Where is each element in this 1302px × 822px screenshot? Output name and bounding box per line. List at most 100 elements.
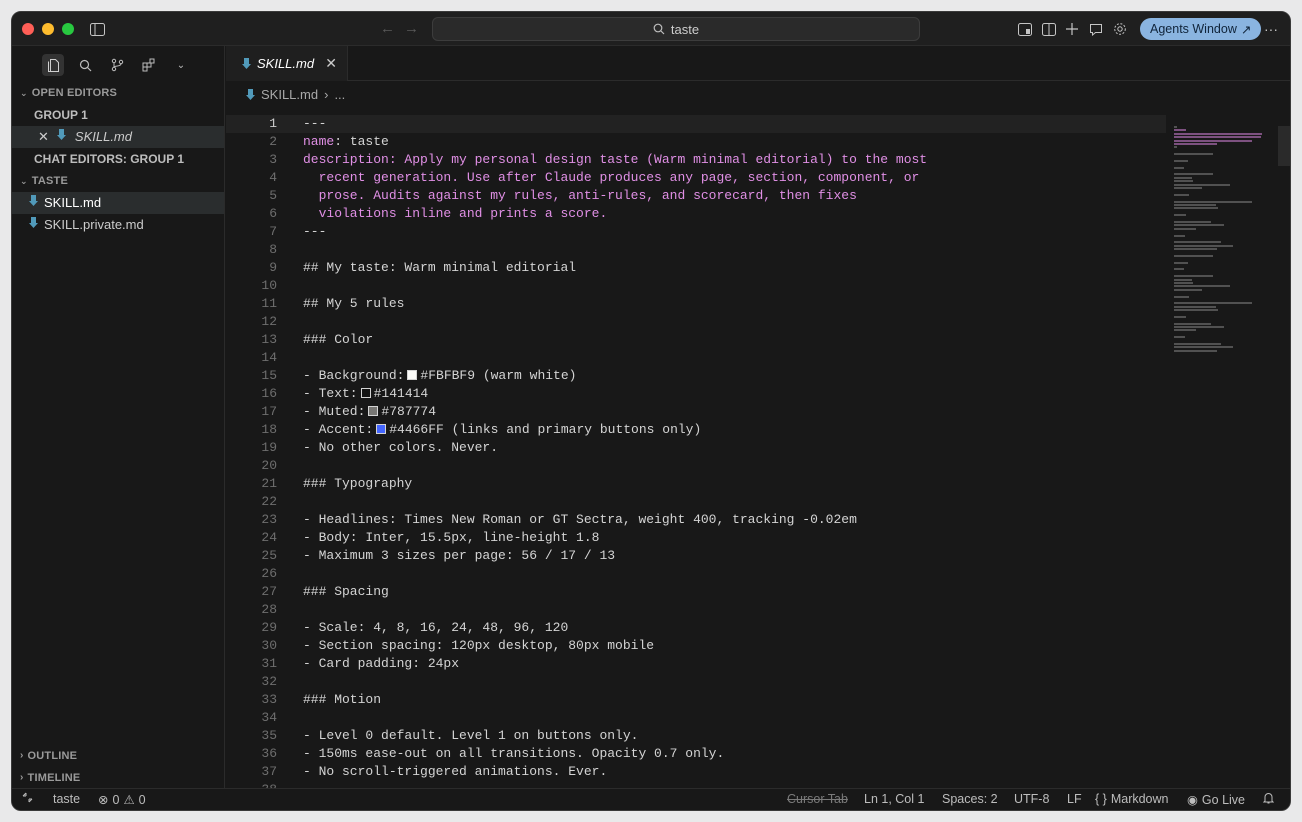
code-line[interactable]: 6 violations inline and prints a score. [226,205,1166,223]
line-number: 18 [261,422,277,437]
minimize-window-button[interactable] [42,23,54,35]
code-line[interactable]: 24 - Body: Inter, 15.5px, line-height 1.8 [226,529,1166,547]
line-text: - Background: #FBFBF9 (warm white) [303,367,576,385]
chevron-down-icon: ⌄ [20,88,28,98]
code-line[interactable]: 9 ## My taste: Warm minimal editorial [226,259,1166,277]
code-line[interactable]: 2 name: taste [226,133,1166,151]
color-swatch[interactable] [368,406,379,416]
remote-icon[interactable] [22,792,33,803]
code-token: #4466FF (links and primary buttons only) [389,422,702,437]
code-line[interactable]: 20 [226,457,1166,475]
color-swatch[interactable] [360,388,371,398]
code-line[interactable]: 26 [226,565,1166,583]
code-line[interactable]: 35 - Level 0 default. Level 1 on buttons … [226,727,1166,745]
code-line[interactable]: 19 - No other colors. Never. [226,439,1166,457]
source-control-icon[interactable] [106,54,128,76]
outline-section-header[interactable]: › OUTLINE [12,745,224,767]
maximize-window-button[interactable] [62,23,74,35]
code-line[interactable]: 1 --- [226,115,1166,133]
close-tab-icon[interactable]: ✕ [325,55,337,72]
search-label: taste [670,21,700,37]
agents-window-button[interactable]: Agents Window ↗ [1140,18,1262,40]
code-line[interactable]: 3 description: Apply my personal design t… [226,151,1166,169]
command-center-search[interactable]: taste [432,17,920,41]
code-line[interactable]: 31 - Card padding: 24px [226,655,1166,673]
back-arrow-icon[interactable]: ← [380,20,395,37]
cursor-tab-status[interactable]: Cursor Tab [787,792,848,806]
group-1-header[interactable]: GROUP 1 [12,104,224,126]
code-line[interactable]: 30 - Section spacing: 120px desktop, 80px… [226,637,1166,655]
code-line[interactable]: 33 ### Motion [226,691,1166,709]
more-views-chevron-icon[interactable]: ⌄ [170,54,192,76]
new-chat-plus-icon[interactable] [1063,20,1081,38]
code-line[interactable]: 7 --- [226,223,1166,241]
breadcrumb-symbols[interactable]: ... [334,87,345,102]
folder-section-header[interactable]: ⌄ TASTE [12,170,224,192]
indentation-setting[interactable]: Spaces: 2 [942,792,998,806]
chat-editors-group-header[interactable]: CHAT EDITORS: GROUP 1 [12,148,224,170]
chat-bubble-icon[interactable] [1087,20,1105,38]
line-number: 19 [261,440,277,455]
code-line[interactable]: 4 recent generation. Use after Claude pr… [226,169,1166,187]
notifications-bell-icon[interactable] [1263,792,1274,804]
search-view-icon[interactable] [74,54,96,76]
line-text: - Text: #141414 [303,385,428,403]
explorer-files-icon[interactable] [42,54,64,76]
line-text: violations inline and prints a score. [303,205,608,223]
color-swatch[interactable] [407,370,418,380]
code-line[interactable]: 16 - Text: #141414 [226,385,1166,403]
code-line[interactable]: 23 - Headlines: Times New Roman or GT Sec… [226,511,1166,529]
code-line[interactable]: 25 - Maximum 3 sizes per page: 56 / 17 / … [226,547,1166,565]
timeline-section-header[interactable]: › TIMELINE [12,767,224,789]
go-live-button[interactable]: ◉ Go Live [1187,792,1245,808]
code-line[interactable]: 14 [226,349,1166,367]
markdown-file-icon [246,88,255,100]
toggle-sidebar-icon[interactable] [88,20,106,38]
layout-panel-icon[interactable] [1016,20,1034,38]
minimap[interactable] [1174,126,1282,352]
code-line[interactable]: 5 prose. Audits against my rules, anti-r… [226,187,1166,205]
encoding-setting[interactable]: UTF-8 [1014,792,1049,806]
branch-indicator[interactable]: taste [53,792,80,806]
breadcrumb-file[interactable]: SKILL.md [261,87,318,102]
code-line[interactable]: 13 ### Color [226,331,1166,349]
file-item-skill-md[interactable]: SKILL.md [12,192,224,214]
more-actions-icon[interactable]: ··· [1262,20,1280,38]
open-editor-item[interactable]: ✕ SKILL.md [12,126,224,148]
close-icon[interactable]: ✕ [38,126,49,148]
code-line[interactable]: 11 ## My 5 rules [226,295,1166,313]
code-line[interactable]: 8 [226,241,1166,259]
code-line[interactable]: 36 - 150ms ease-out on all transitions. O… [226,745,1166,763]
extensions-icon[interactable] [138,54,160,76]
minimap-line [1174,129,1187,132]
code-line[interactable]: 37 - No scroll-triggered animations. Ever… [226,763,1166,781]
tab-skill-md[interactable]: SKILL.md ✕ [226,46,348,81]
code-line[interactable]: 15 - Background: #FBFBF9 (warm white) [226,367,1166,385]
code-line[interactable]: 27 ### Spacing [226,583,1166,601]
code-editor[interactable]: 1 --- 2 name: taste 3 description: Apply my p… [226,115,1166,790]
code-line[interactable]: 10 [226,277,1166,295]
file-item-skill-private-md[interactable]: SKILL.private.md [12,214,224,236]
vertical-scrollbar[interactable] [1278,126,1290,166]
split-editor-icon[interactable] [1040,20,1058,38]
code-token: - 150ms ease-out on all transitions. Opa… [303,746,725,761]
code-line[interactable]: 18 - Accent: #4466FF (links and primary bu… [226,421,1166,439]
language-mode[interactable]: { } Markdown [1095,792,1169,806]
cursor-position[interactable]: Ln 1, Col 1 [864,792,924,806]
code-line[interactable]: 28 [226,601,1166,619]
code-line[interactable]: 29 - Scale: 4, 8, 16, 24, 48, 96, 120 [226,619,1166,637]
color-swatch[interactable] [376,424,387,434]
code-line[interactable]: 12 [226,313,1166,331]
code-line[interactable]: 34 [226,709,1166,727]
code-line[interactable]: 21 ### Typography [226,475,1166,493]
eol-setting[interactable]: LF [1067,792,1082,806]
open-editors-section-header[interactable]: ⌄ OPEN EDITORS [12,82,224,104]
forward-arrow-icon[interactable]: → [404,20,419,37]
code-line[interactable]: 32 [226,673,1166,691]
line-text: ## My taste: Warm minimal editorial [303,259,576,277]
close-window-button[interactable] [22,23,34,35]
settings-gear-icon[interactable] [1111,20,1129,38]
code-line[interactable]: 17 - Muted: #787774 [226,403,1166,421]
code-line[interactable]: 22 [226,493,1166,511]
problems-indicator[interactable]: ⊗ 0 ⚠ 0 [98,792,146,808]
